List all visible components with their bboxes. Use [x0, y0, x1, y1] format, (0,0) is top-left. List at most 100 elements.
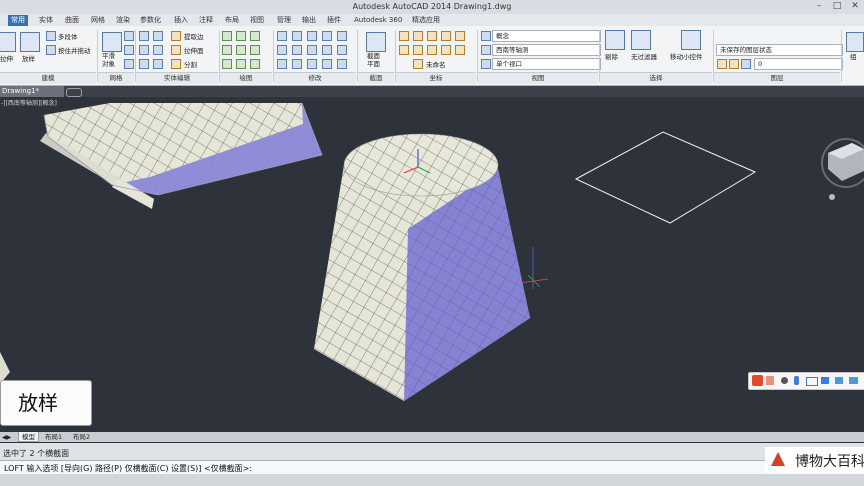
mesh-tool-icon[interactable] [124, 45, 134, 55]
cull-icon[interactable] [605, 30, 625, 50]
tab-layout1[interactable]: 布局1 [42, 432, 65, 442]
minimize-icon[interactable]: – [812, 1, 826, 12]
ellipse-icon[interactable] [250, 45, 260, 55]
intersect-icon[interactable] [139, 45, 149, 55]
move-gizmo-icon[interactable] [681, 30, 701, 50]
tab-layout[interactable]: 布局 [225, 15, 239, 26]
align-icon[interactable] [337, 45, 347, 55]
ucs-icon[interactable] [399, 31, 409, 41]
offset-icon[interactable] [322, 45, 332, 55]
ucs-object-icon[interactable] [455, 31, 465, 41]
layer-state-dropdown[interactable]: 未保存的图层状态 [716, 44, 843, 56]
tab-model[interactable]: 模型 [18, 432, 39, 442]
ucs-named-icon[interactable] [413, 59, 423, 69]
visual-style-dropdown[interactable]: 概念 [492, 30, 601, 42]
interfere-icon[interactable] [153, 45, 163, 55]
subtract-icon[interactable] [153, 31, 163, 41]
no-filter-icon[interactable] [631, 30, 651, 50]
tab-output[interactable]: 输出 [302, 15, 316, 26]
smooth-object-icon[interactable] [102, 32, 122, 52]
3d-rotate-icon[interactable] [337, 59, 347, 69]
extrude-button[interactable]: 拉伸 [0, 53, 13, 63]
group-label-solid-editing[interactable]: 实体编辑 [136, 72, 218, 84]
fillet-icon[interactable] [307, 45, 317, 55]
tab-scroll-icon[interactable]: ◀▶ [2, 434, 11, 441]
tab-featured-apps[interactable]: 精选应用 [412, 15, 440, 26]
copy-icon[interactable] [307, 31, 317, 41]
polyline-icon[interactable] [236, 31, 246, 41]
ucs-z-icon[interactable] [441, 45, 451, 55]
loft-icon[interactable] [20, 32, 40, 52]
array-icon[interactable] [292, 45, 302, 55]
union-icon[interactable] [139, 31, 149, 41]
group-label-section[interactable]: 截面 [358, 72, 394, 84]
group-label-coordinates[interactable]: 坐标 [396, 72, 476, 84]
tab-manage[interactable]: 管理 [277, 15, 291, 26]
move-gizmo-button[interactable]: 移动小控件 [670, 51, 703, 61]
box-solid[interactable] [40, 102, 323, 209]
tab-view[interactable]: 视图 [250, 15, 264, 26]
rectangle-icon[interactable] [222, 59, 232, 69]
thicken-icon[interactable] [153, 59, 163, 69]
current-layer-dropdown[interactable]: 0 [754, 58, 843, 70]
tab-annotate[interactable]: 注释 [199, 15, 213, 26]
slice-icon[interactable] [139, 59, 149, 69]
extrude-icon[interactable] [0, 32, 16, 52]
spline-icon[interactable] [236, 45, 246, 55]
language-toggle-icon[interactable] [766, 376, 774, 385]
loft-button[interactable]: 放样 [22, 53, 35, 63]
square-profile[interactable] [574, 131, 757, 224]
maximize-icon[interactable]: □ [830, 1, 844, 12]
group-label-selection[interactable]: 选择 [600, 72, 712, 84]
tab-mesh[interactable]: 网格 [91, 15, 105, 26]
separate-button[interactable]: 分割 [184, 59, 197, 69]
point-icon[interactable] [250, 59, 260, 69]
circle-icon[interactable] [250, 31, 260, 41]
viewcube[interactable] [821, 138, 864, 200]
view-preset-dropdown[interactable]: 西南等轴测 [492, 44, 601, 56]
polysolid-button[interactable]: 多段体 [58, 31, 78, 41]
command-prompt[interactable]: LOFT 输入选项 [导向(G) 路径(P) 仅横截面(C) 设置(S)] <仅… [4, 463, 252, 474]
mesh-tool-icon[interactable] [124, 31, 134, 41]
stretch-icon[interactable] [307, 59, 317, 69]
rotate-icon[interactable] [292, 31, 302, 41]
tab-parametric[interactable]: 参数化 [140, 15, 161, 26]
section-plane-icon[interactable] [366, 32, 386, 52]
group-label-view[interactable]: 视图 [478, 72, 598, 84]
mesh-tool-icon[interactable] [124, 59, 134, 69]
tab-surface[interactable]: 曲面 [65, 15, 79, 26]
viewport-config-dropdown[interactable]: 单个视口 [492, 58, 601, 70]
smooth-object-button[interactable]: 平滑 对象 [102, 52, 115, 68]
ucs-x-icon[interactable] [413, 45, 423, 55]
tab-home[interactable]: 常用 [8, 15, 28, 26]
toolbox-icon[interactable] [835, 377, 843, 384]
close-icon[interactable]: ✕ [848, 1, 862, 12]
tab-layout2[interactable]: 布局2 [70, 432, 93, 442]
mirror-icon[interactable] [322, 31, 332, 41]
group-label-mesh[interactable]: 网格 [98, 72, 134, 84]
loft-frustum-solid[interactable] [314, 133, 530, 401]
ime-toolbar[interactable] [748, 372, 864, 390]
document-tab[interactable]: Drawing1* [0, 86, 64, 97]
group-label-layers[interactable]: 图层 [714, 72, 840, 84]
ucs-face-icon[interactable] [455, 45, 465, 55]
cull-button[interactable]: 剔除 [605, 51, 618, 61]
tab-render[interactable]: 渲染 [116, 15, 130, 26]
named-ucs-label[interactable]: 未命名 [426, 59, 446, 69]
drawing-viewport[interactable]: -][西南等轴测][概念] 放样 [0, 97, 864, 432]
arc-icon[interactable] [222, 45, 232, 55]
microphone-icon[interactable] [794, 376, 799, 385]
skin-icon[interactable] [821, 377, 829, 384]
menu-icon[interactable] [849, 377, 858, 384]
ucs-3point-icon[interactable] [441, 31, 451, 41]
explode-icon[interactable] [292, 59, 302, 69]
move-icon[interactable] [277, 31, 287, 41]
ucs-view-icon[interactable] [399, 45, 409, 55]
extrude-faces-button[interactable]: 拉伸面 [184, 45, 204, 55]
erase-icon[interactable] [277, 59, 287, 69]
punctuation-icon[interactable] [781, 377, 788, 384]
lock-icon[interactable] [741, 59, 751, 69]
tab-solid[interactable]: 实体 [39, 15, 53, 26]
ucs-origin-icon[interactable] [427, 31, 437, 41]
group-label-draw[interactable]: 绘图 [220, 72, 272, 84]
